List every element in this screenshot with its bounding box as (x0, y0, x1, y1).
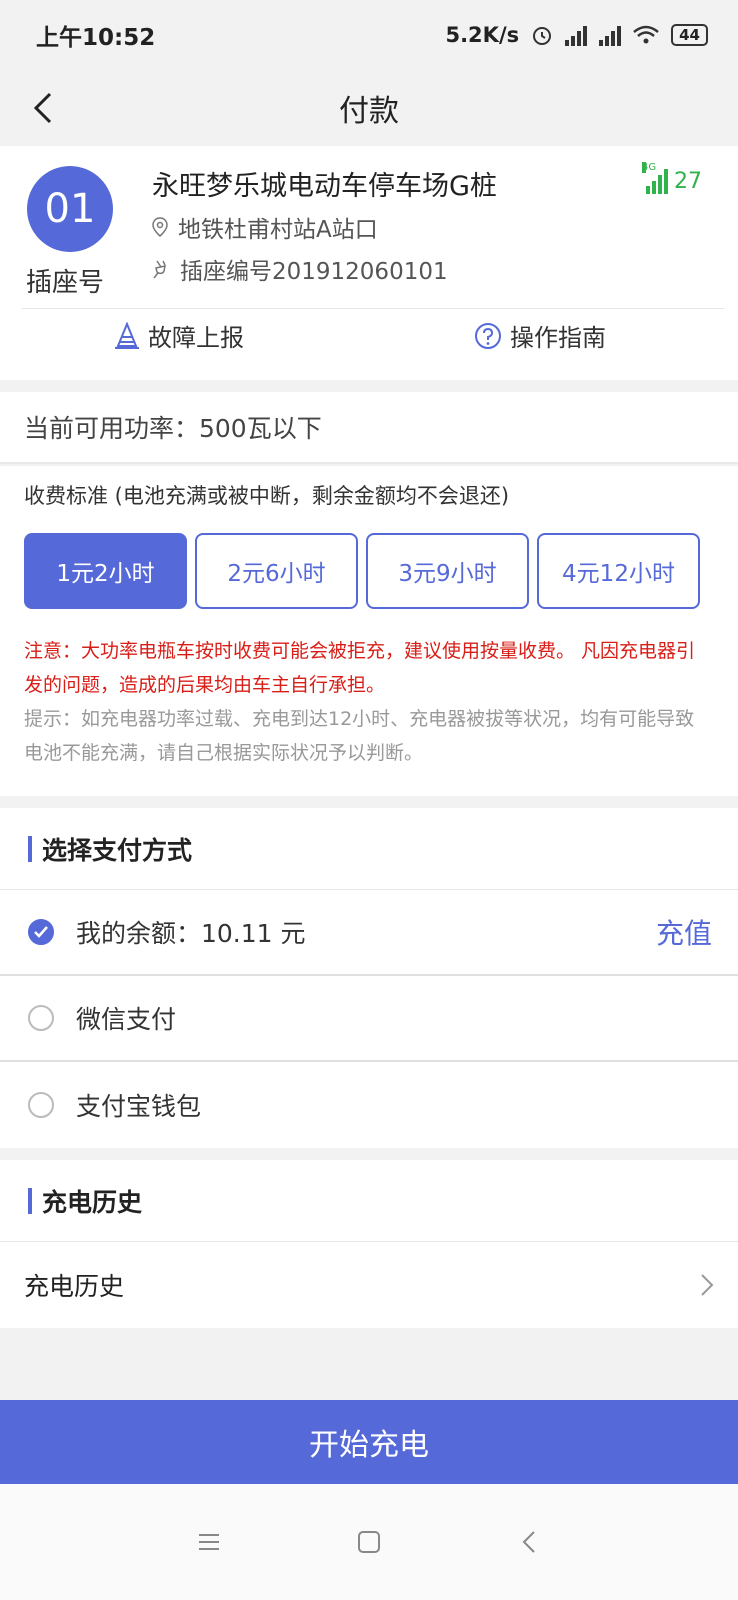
payment-section-title: 选择支付方式 (42, 835, 193, 865)
payment-option-wechat[interactable]: 微信支付 (0, 976, 738, 1062)
warning-text: 注意：大功率电瓶车按时收费可能会被拒充，建议使用按量收费。 凡因充电器引发的问题… (24, 640, 696, 696)
socket-label: 插座号 (26, 268, 105, 298)
guide-button[interactable]: 操作指南 (474, 318, 606, 353)
nav-bar: 付款 (0, 70, 738, 146)
plan-options: 1元2小时 2元6小时 3元9小时 4元12小时 (24, 533, 700, 609)
history-row-label: 充电历史 (24, 1272, 125, 1301)
cone-icon (115, 321, 139, 349)
home-icon[interactable] (349, 1522, 389, 1562)
section-accent-bar (28, 1187, 32, 1214)
location-pin-icon (152, 217, 168, 237)
plan-option-1[interactable]: 1元2小时 (24, 533, 187, 609)
payment-section-header: 选择支付方式 (0, 808, 738, 890)
plan-option-2[interactable]: 2元6小时 (195, 533, 358, 609)
alarm-icon (533, 27, 552, 45)
station-location: 地铁杜甫村站A站口 (152, 210, 378, 244)
divider (22, 308, 724, 309)
plug-icon (153, 260, 166, 279)
status-time: 上午10:52 (36, 25, 156, 51)
radio-unchecked-icon[interactable] (28, 1005, 54, 1031)
alipay-label: 支付宝钱包 (76, 1092, 202, 1121)
menu-icon[interactable] (189, 1522, 229, 1562)
status-icons: 5.2K/s 44 (445, 23, 708, 47)
signal-strength: 4G 27 (642, 162, 702, 194)
balance-label: 我的余额：10.11 元 (76, 919, 306, 948)
payment-option-alipay[interactable]: 支付宝钱包 (0, 1062, 738, 1148)
socket-code-text: 插座编号201912060101 (180, 259, 448, 285)
help-icon (475, 322, 501, 349)
cell-signal-icon (565, 24, 588, 46)
section-accent-bar (28, 835, 32, 862)
fee-title: 收费标准 (电池充满或被中断，剩余金额均不会退还) (24, 484, 510, 508)
station-socket-code: 插座编号201912060101 (152, 252, 448, 286)
wechat-label: 微信支付 (76, 1005, 177, 1034)
history-section-header: 充电历史 (0, 1160, 738, 1242)
back-icon[interactable] (26, 88, 66, 128)
socket-number-badge: 01 (27, 166, 113, 252)
chevron-right-icon (701, 1274, 714, 1296)
available-power: 当前可用功率：500瓦以下 (0, 392, 738, 464)
station-name: 永旺梦乐城电动车停车场G桩 (152, 171, 497, 202)
radio-checked-icon[interactable] (28, 919, 54, 945)
station-card: 01 插座号 永旺梦乐城电动车停车场G桩 地铁杜甫村站A站口 插座编号20191… (0, 146, 738, 380)
signal-type: 4G (642, 162, 657, 173)
recharge-button[interactable]: 充值 (656, 912, 712, 952)
location-text: 地铁杜甫村站A站口 (178, 217, 378, 243)
network-speed: 5.2K/s (445, 23, 520, 47)
fee-card: 收费标准 (电池充满或被中断，剩余金额均不会退还) 1元2小时 2元6小时 3元… (0, 466, 738, 796)
signal-bars-icon: 4G (642, 162, 668, 194)
history-section-title: 充电历史 (42, 1187, 143, 1217)
payment-option-balance[interactable]: 我的余额：10.11 元 充值 (0, 890, 738, 976)
cell-signal-2-icon (599, 24, 622, 46)
system-nav-bar (0, 1484, 738, 1600)
signal-value: 27 (674, 169, 702, 194)
fault-report-label: 故障上报 (148, 324, 244, 352)
history-card: 充电历史 充电历史 (0, 1160, 738, 1328)
plan-option-3[interactable]: 3元9小时 (366, 533, 529, 609)
payment-card: 选择支付方式 我的余额：10.11 元 充值 微信支付 支付宝钱包 (0, 808, 738, 1148)
wifi-icon (633, 25, 659, 44)
start-charging-button[interactable]: 开始充电 (0, 1400, 738, 1484)
radio-unchecked-icon[interactable] (28, 1092, 54, 1118)
status-bar: 上午10:52 5.2K/s 44 (0, 0, 738, 70)
battery-icon: 44 (671, 24, 708, 46)
page-title: 付款 (339, 94, 399, 129)
tip-text: 提示：如充电器功率过载、充电到达12小时、充电器被拔等状况，均有可能导致电池不能… (24, 708, 695, 764)
fault-report-button[interactable]: 故障上报 (114, 318, 244, 353)
history-row[interactable]: 充电历史 (0, 1242, 738, 1328)
guide-label: 操作指南 (510, 324, 606, 352)
available-power-text: 当前可用功率：500瓦以下 (24, 414, 322, 443)
back-nav-icon[interactable] (509, 1522, 549, 1562)
plan-option-4[interactable]: 4元12小时 (537, 533, 700, 609)
